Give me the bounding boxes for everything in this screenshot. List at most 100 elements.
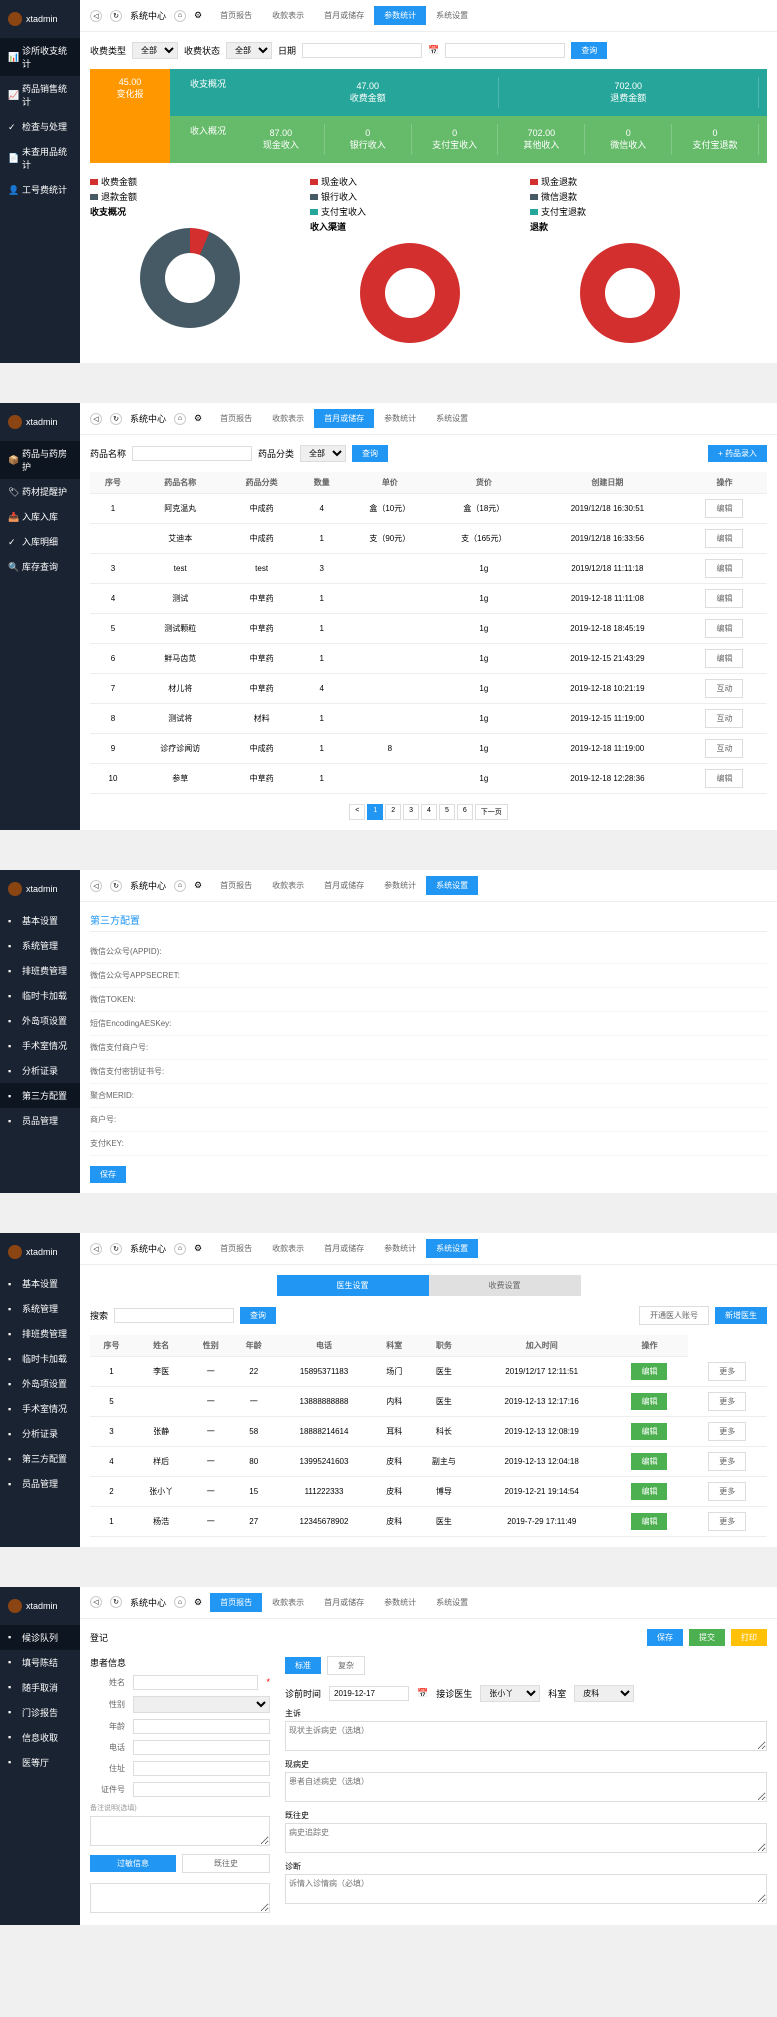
sidebar-item-5[interactable]: ▪手术室情况 — [0, 1033, 80, 1058]
tab-2[interactable]: 首月或储存 — [314, 409, 374, 428]
section-input[interactable] — [285, 1823, 767, 1853]
sidebar-item-1[interactable]: ▪填号陈结 — [0, 1650, 80, 1675]
page-button[interactable]: 下一页 — [475, 804, 508, 820]
sidebar-item-2[interactable]: ▪排班费管理 — [0, 958, 80, 983]
sidebar-item-1[interactable]: ▪系统管理 — [0, 1296, 80, 1321]
page-button[interactable]: 1 — [367, 804, 383, 820]
tab-1[interactable]: 收款表示 — [262, 876, 314, 895]
open-account-button[interactable]: 开通医人账号 — [639, 1306, 709, 1325]
tab-3[interactable]: 参数统计 — [374, 876, 426, 895]
save-button[interactable]: 保存 — [647, 1629, 683, 1646]
search-button[interactable]: 查询 — [352, 445, 388, 462]
age-input[interactable] — [133, 1719, 270, 1734]
idcard-input[interactable] — [133, 1782, 270, 1797]
tab-1[interactable]: 收款表示 — [262, 409, 314, 428]
edit-button[interactable]: 互动 — [705, 709, 743, 728]
sidebar-item-0[interactable]: 📦药品与药房护 — [0, 441, 80, 479]
edit-button[interactable]: 编辑 — [705, 559, 743, 578]
edit-button[interactable]: 编辑 — [631, 1453, 667, 1470]
sidebar-item-6[interactable]: ▪分析证录 — [0, 1058, 80, 1083]
sidebar-item-0[interactable]: ▪候诊队列 — [0, 1625, 80, 1650]
tab-3[interactable]: 参数统计 — [374, 1593, 426, 1612]
status-select[interactable]: 全部 — [226, 42, 272, 59]
sidebar-item-0[interactable]: ▪基本设置 — [0, 1271, 80, 1296]
gear-icon[interactable]: ⚙ — [194, 10, 202, 21]
more-button[interactable]: 更多 — [708, 1482, 746, 1501]
addr-input[interactable] — [133, 1761, 270, 1776]
refresh-icon[interactable]: ↻ — [110, 413, 122, 425]
save-button[interactable]: 保存 — [90, 1166, 126, 1183]
calendar-icon[interactable]: 📅 — [417, 1688, 428, 1699]
tab-0[interactable]: 首页报告 — [210, 876, 262, 895]
page-button[interactable]: < — [349, 804, 365, 820]
more-button[interactable]: 更多 — [708, 1512, 746, 1531]
sidebar-item-8[interactable]: ▪员品管理 — [0, 1471, 80, 1496]
add-doctor-button[interactable]: 新增医生 — [715, 1307, 767, 1324]
config-item[interactable]: 微信公众号APPSECRET: — [90, 964, 767, 988]
edit-button[interactable]: 编辑 — [705, 589, 743, 608]
sidebar-item-2[interactable]: ▪排班费管理 — [0, 1321, 80, 1346]
sidebar-item-6[interactable]: ▪分析证录 — [0, 1421, 80, 1446]
sidebar-item-2[interactable]: 📥入库入库 — [0, 504, 80, 529]
date-input[interactable] — [329, 1686, 409, 1701]
tab-allergy[interactable]: 过敏信息 — [90, 1855, 176, 1872]
search-input[interactable] — [114, 1308, 234, 1323]
add-button[interactable]: + 药品录入 — [708, 445, 767, 462]
sidebar-item-8[interactable]: ▪员品管理 — [0, 1108, 80, 1133]
sidebar-item-0[interactable]: 📊诊所收支统计 — [0, 38, 80, 76]
sidebar-item-0[interactable]: ▪基本设置 — [0, 908, 80, 933]
gear-icon[interactable]: ⚙ — [194, 880, 202, 891]
sidebar-item-1[interactable]: 📈药品销售统计 — [0, 76, 80, 114]
sidebar-item-5[interactable]: ▪医等厅 — [0, 1750, 80, 1775]
edit-button[interactable]: 互动 — [705, 679, 743, 698]
config-item[interactable]: 微信公众号(APPID): — [90, 940, 767, 964]
sidebar-item-2[interactable]: ▪随手取消 — [0, 1675, 80, 1700]
edit-button[interactable]: 编辑 — [631, 1483, 667, 1500]
date-input-2[interactable] — [445, 43, 565, 58]
edit-button[interactable]: 编辑 — [631, 1363, 667, 1380]
refresh-icon[interactable]: ↻ — [110, 880, 122, 892]
page-button[interactable]: 4 — [421, 804, 437, 820]
menu-label[interactable]: 系统中心 — [130, 9, 166, 22]
sidebar-item-3[interactable]: ▪门诊报告 — [0, 1700, 80, 1725]
tab-4[interactable]: 系统设置 — [426, 1239, 478, 1258]
back-icon[interactable]: ◁ — [90, 1596, 102, 1608]
home-icon[interactable]: ⌂ — [174, 1243, 186, 1255]
type-select[interactable]: 全部 — [132, 42, 178, 59]
tab-0[interactable]: 首页报告 — [210, 1239, 262, 1258]
sex-select[interactable] — [133, 1696, 270, 1713]
config-item[interactable]: 商户号: — [90, 1108, 767, 1132]
sidebar-item-5[interactable]: ▪手术室情况 — [0, 1396, 80, 1421]
sidebar-item-4[interactable]: 🔍库存查询 — [0, 554, 80, 579]
config-item[interactable]: 短信EncodingAESKey: — [90, 1012, 767, 1036]
tab-0[interactable]: 首页报告 — [210, 6, 262, 25]
refresh-icon[interactable]: ↻ — [110, 10, 122, 22]
more-button[interactable]: 更多 — [708, 1452, 746, 1471]
refresh-icon[interactable]: ↻ — [110, 1596, 122, 1608]
back-icon[interactable]: ◁ — [90, 1243, 102, 1255]
gear-icon[interactable]: ⚙ — [194, 1597, 202, 1608]
edit-button[interactable]: 编辑 — [631, 1513, 667, 1530]
tab-1[interactable]: 收款表示 — [262, 1239, 314, 1258]
search-button[interactable]: 查询 — [571, 42, 607, 59]
sidebar-item-4[interactable]: ▪信息收取 — [0, 1725, 80, 1750]
name-input[interactable] — [133, 1675, 258, 1690]
more-button[interactable]: 更多 — [708, 1362, 746, 1381]
config-item[interactable]: 微信支付密钥证书号: — [90, 1060, 767, 1084]
refresh-icon[interactable]: ↻ — [110, 1243, 122, 1255]
name-input[interactable] — [132, 446, 252, 461]
dept-select[interactable]: 皮科 — [574, 1685, 634, 1702]
submit-button[interactable]: 提交 — [689, 1629, 725, 1646]
page-button[interactable]: 6 — [457, 804, 473, 820]
section-input[interactable] — [285, 1772, 767, 1802]
home-icon[interactable]: ⌂ — [174, 413, 186, 425]
note-input[interactable] — [90, 1816, 270, 1846]
tab-4[interactable]: 系统设置 — [426, 409, 478, 428]
tab-4[interactable]: 系统设置 — [426, 876, 478, 895]
tab-history[interactable]: 既往史 — [182, 1854, 270, 1873]
config-item[interactable]: 微信支付商户号: — [90, 1036, 767, 1060]
tab-2[interactable]: 首月或储存 — [314, 1239, 374, 1258]
back-icon[interactable]: ◁ — [90, 880, 102, 892]
config-item[interactable]: 支付KEY: — [90, 1132, 767, 1156]
config-item[interactable]: 聚合MERID: — [90, 1084, 767, 1108]
